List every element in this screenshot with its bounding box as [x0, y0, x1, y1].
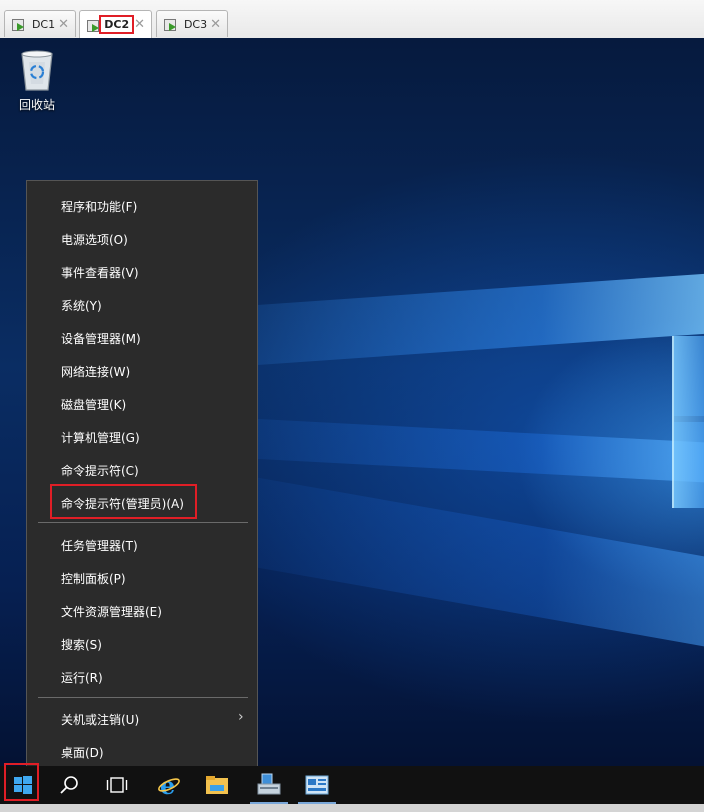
task-view-icon	[106, 777, 128, 793]
menu-item-search[interactable]: 搜索(S)	[61, 636, 102, 653]
close-tab-icon[interactable]: ✕	[58, 17, 69, 32]
tab-dc3[interactable]: DC3 ✕	[156, 10, 228, 37]
tab-dc2[interactable]: DC2 ✕	[79, 10, 152, 38]
menu-item-task-manager[interactable]: 任务管理器(T)	[61, 537, 138, 554]
tab-label: DC3	[183, 17, 208, 31]
menu-item-disk-management[interactable]: 磁盘管理(K)	[61, 396, 126, 413]
close-tab-icon[interactable]: ✕	[210, 17, 221, 32]
menu-item-network-connections[interactable]: 网络连接(W)	[61, 363, 130, 380]
vm-icon	[12, 17, 25, 31]
menu-item-event-viewer[interactable]: 事件查看器(V)	[61, 264, 139, 281]
tab-dc1[interactable]: DC1 ✕	[4, 10, 76, 37]
taskbar: e	[0, 766, 704, 804]
menu-item-control-panel[interactable]: 控制面板(P)	[61, 570, 126, 587]
recycle-bin-icon	[21, 50, 53, 91]
start-highlight-box	[4, 763, 39, 801]
powershell-icon	[305, 775, 329, 795]
menu-item-run[interactable]: 运行(R)	[61, 669, 103, 686]
close-tab-icon[interactable]: ✕	[134, 17, 145, 32]
vm-icon	[164, 17, 177, 31]
search-icon	[60, 776, 78, 794]
internet-explorer-button[interactable]: e	[146, 766, 192, 804]
wallpaper-logo-glow	[672, 336, 704, 508]
vm-tab-strip: DC1 ✕ DC2 ✕ DC3 ✕	[0, 0, 704, 39]
menu-item-file-explorer[interactable]: 文件资源管理器(E)	[61, 603, 162, 620]
file-explorer-icon	[206, 776, 228, 794]
menu-item-command-prompt[interactable]: 命令提示符(C)	[61, 462, 139, 479]
menu-separator	[38, 522, 248, 523]
menu-item-system[interactable]: 系统(Y)	[61, 297, 102, 314]
search-button[interactable]	[46, 766, 92, 804]
menu-item-desktop[interactable]: 桌面(D)	[61, 744, 104, 761]
powershell-button[interactable]	[294, 766, 340, 804]
recycle-bin-shortcut[interactable]: 回收站	[12, 48, 62, 113]
menu-item-shutdown-signout[interactable]: 关机或注销(U)	[61, 711, 139, 728]
menu-item-power-options[interactable]: 电源选项(O)	[61, 231, 128, 248]
menu-separator	[38, 697, 248, 698]
chevron-right-icon: ›	[238, 709, 244, 725]
window-bottom-edge	[0, 804, 704, 812]
menu-item-programs-features[interactable]: 程序和功能(F)	[61, 198, 137, 215]
file-explorer-button[interactable]	[194, 766, 240, 804]
menu-item-computer-management[interactable]: 计算机管理(G)	[61, 429, 140, 446]
internet-explorer-icon: e	[158, 773, 180, 797]
server-manager-icon	[257, 773, 281, 795]
vm-icon	[87, 18, 100, 32]
highlight-box	[50, 484, 197, 519]
server-manager-button[interactable]	[246, 766, 292, 804]
recycle-bin-label: 回收站	[18, 98, 55, 112]
menu-item-device-manager[interactable]: 设备管理器(M)	[61, 330, 141, 347]
tab-label: DC1	[31, 17, 56, 31]
task-view-button[interactable]	[94, 766, 140, 804]
tab-label: DC2	[99, 15, 135, 34]
